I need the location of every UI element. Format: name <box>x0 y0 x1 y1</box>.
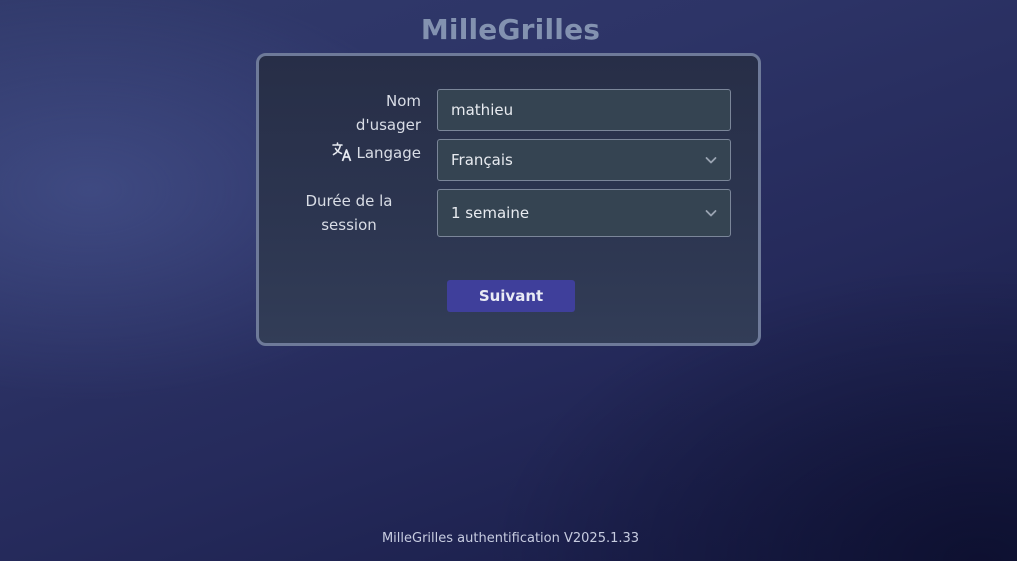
chevron-down-icon <box>705 210 717 217</box>
session-duration-select[interactable]: 1 semaine <box>437 189 731 237</box>
chevron-down-icon <box>705 157 717 164</box>
language-select[interactable]: Français <box>437 139 731 181</box>
username-field[interactable]: mathieu <box>437 89 731 131</box>
username-label: Nom d'usager <box>355 92 421 134</box>
next-button[interactable]: Suivant <box>447 280 575 312</box>
language-label: Langage <box>356 144 421 162</box>
app-title: MilleGrilles <box>420 13 601 46</box>
footer-version: MilleGrilles authentification V2025.1.33 <box>381 531 640 546</box>
login-card: Nom d'usager mathieu Langage Français Du… <box>256 53 761 346</box>
language-selected-value: Français <box>451 151 513 169</box>
translate-icon <box>332 142 352 162</box>
language-label-row: Langage <box>319 141 421 165</box>
session-duration-selected-value: 1 semaine <box>451 204 530 222</box>
session-duration-label: Durée de la session <box>305 192 393 234</box>
username-value: mathieu <box>451 101 514 119</box>
